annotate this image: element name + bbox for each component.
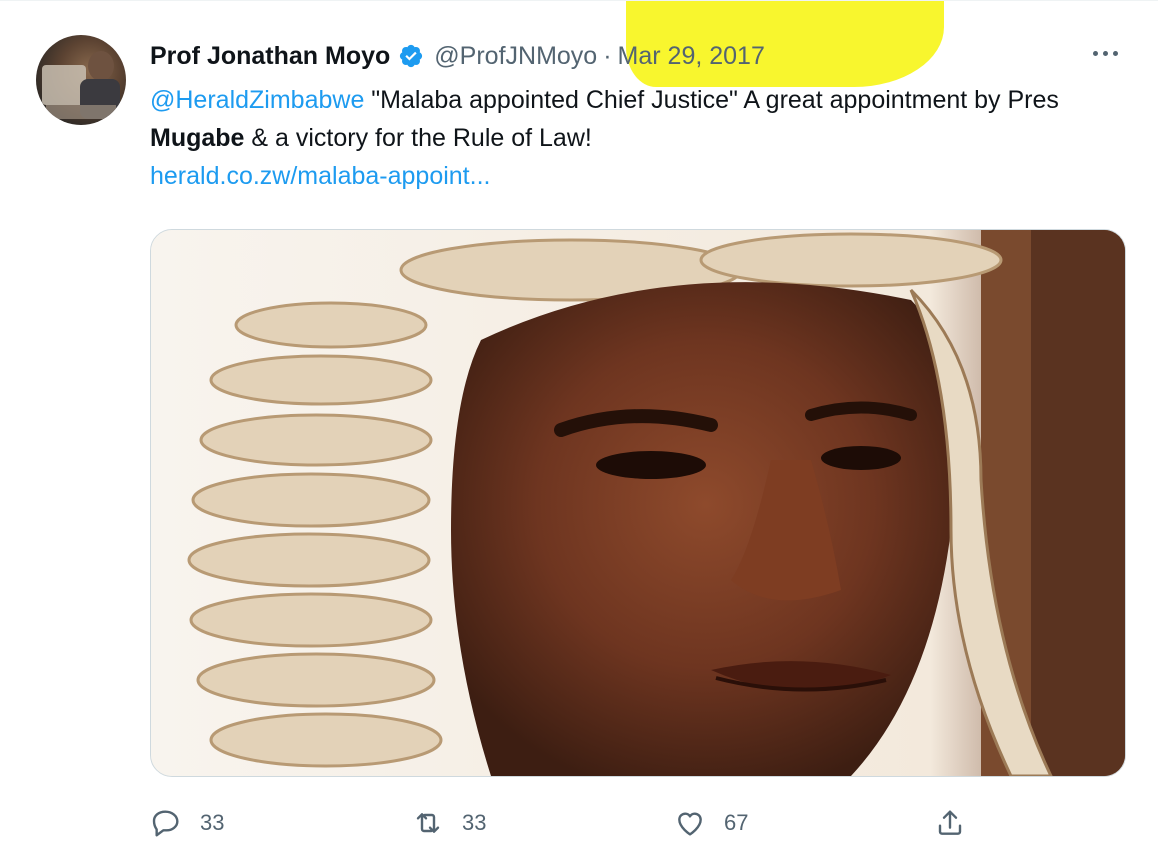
tweet-media-image[interactable]: [150, 229, 1126, 777]
tweet-card[interactable]: Prof Jonathan Moyo @ProfJNMoyo · Mar 29,…: [0, 0, 1158, 858]
tweet-text-bold: Mugabe: [150, 124, 245, 152]
reply-button[interactable]: 33: [150, 801, 224, 845]
article-link[interactable]: herald.co.zw/malaba-appoint...: [150, 162, 490, 190]
retweet-icon: [416, 813, 440, 833]
tweet-text: @HeraldZimbabwe "Malaba appointed Chief …: [150, 81, 1130, 195]
verified-badge-icon: [398, 43, 424, 69]
share-button[interactable]: [934, 801, 966, 845]
header-separator: ·: [603, 41, 612, 70]
avatar[interactable]: [36, 35, 126, 125]
tweet-actions: 33 33 67: [150, 801, 970, 845]
tweet-text-part1: "Malaba appointed Chief Justice" A great…: [364, 86, 1059, 114]
tweet-text-part2: & a victory for the Rule of Law!: [244, 124, 592, 152]
author-name[interactable]: Prof Jonathan Moyo: [150, 42, 390, 71]
reply-count: 33: [200, 810, 225, 835]
author-handle[interactable]: @ProfJNMoyo: [434, 42, 597, 71]
mention-link[interactable]: @HeraldZimbabwe: [150, 86, 364, 114]
tweet-date[interactable]: Mar 29, 2017: [618, 42, 765, 71]
reply-icon: [152, 810, 179, 837]
heart-icon: [678, 812, 702, 836]
retweet-count: 33: [462, 810, 487, 835]
retweet-button[interactable]: 33: [412, 801, 486, 845]
like-button[interactable]: 67: [674, 801, 748, 845]
share-icon: [938, 810, 962, 835]
more-options-icon[interactable]: [1088, 41, 1122, 65]
tweet-header: Prof Jonathan Moyo @ProfJNMoyo · Mar 29,…: [150, 39, 765, 73]
like-count: 67: [724, 810, 749, 835]
